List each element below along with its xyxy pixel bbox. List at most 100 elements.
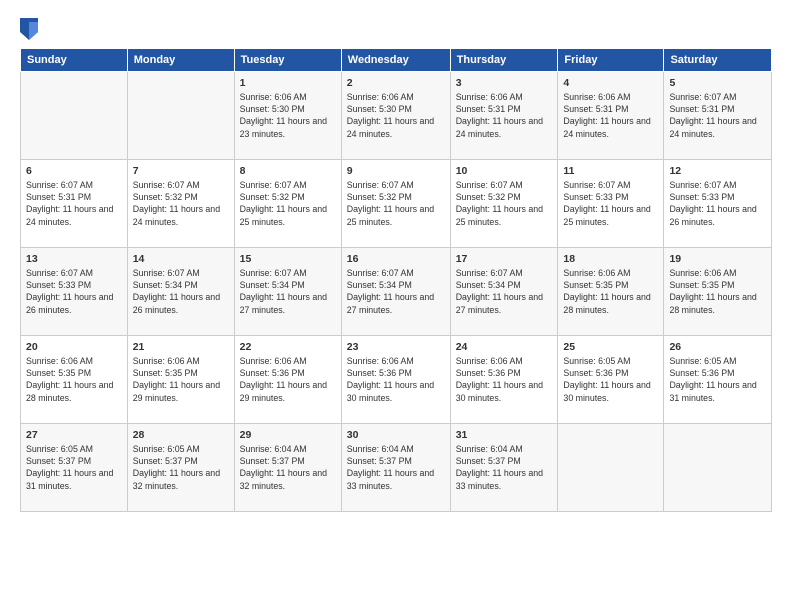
calendar-cell: 7Sunrise: 6:07 AM Sunset: 5:32 PM Daylig… [127, 160, 234, 248]
calendar-cell: 20Sunrise: 6:06 AM Sunset: 5:35 PM Dayli… [21, 336, 128, 424]
calendar-cell: 25Sunrise: 6:05 AM Sunset: 5:36 PM Dayli… [558, 336, 664, 424]
day-number: 24 [456, 340, 553, 354]
day-info: Sunrise: 6:05 AM Sunset: 5:36 PM Dayligh… [563, 355, 658, 404]
day-number: 26 [669, 340, 766, 354]
day-info: Sunrise: 6:06 AM Sunset: 5:35 PM Dayligh… [26, 355, 122, 404]
calendar-cell: 5Sunrise: 6:07 AM Sunset: 5:31 PM Daylig… [664, 72, 772, 160]
weekday-header-wednesday: Wednesday [341, 49, 450, 72]
day-number: 27 [26, 428, 122, 442]
day-number: 22 [240, 340, 336, 354]
day-number: 11 [563, 164, 658, 178]
calendar-cell: 18Sunrise: 6:06 AM Sunset: 5:35 PM Dayli… [558, 248, 664, 336]
day-number: 2 [347, 76, 445, 90]
day-number: 30 [347, 428, 445, 442]
calendar-cell: 21Sunrise: 6:06 AM Sunset: 5:35 PM Dayli… [127, 336, 234, 424]
calendar-cell: 12Sunrise: 6:07 AM Sunset: 5:33 PM Dayli… [664, 160, 772, 248]
day-info: Sunrise: 6:04 AM Sunset: 5:37 PM Dayligh… [347, 443, 445, 492]
day-number: 29 [240, 428, 336, 442]
day-number: 14 [133, 252, 229, 266]
calendar-cell: 8Sunrise: 6:07 AM Sunset: 5:32 PM Daylig… [234, 160, 341, 248]
calendar-cell: 14Sunrise: 6:07 AM Sunset: 5:34 PM Dayli… [127, 248, 234, 336]
weekday-header-sunday: Sunday [21, 49, 128, 72]
page: SundayMondayTuesdayWednesdayThursdayFrid… [0, 0, 792, 612]
calendar-cell: 24Sunrise: 6:06 AM Sunset: 5:36 PM Dayli… [450, 336, 558, 424]
day-number: 31 [456, 428, 553, 442]
day-number: 7 [133, 164, 229, 178]
day-number: 28 [133, 428, 229, 442]
day-info: Sunrise: 6:07 AM Sunset: 5:32 PM Dayligh… [456, 179, 553, 228]
day-info: Sunrise: 6:07 AM Sunset: 5:33 PM Dayligh… [563, 179, 658, 228]
calendar-cell: 1Sunrise: 6:06 AM Sunset: 5:30 PM Daylig… [234, 72, 341, 160]
calendar-cell: 3Sunrise: 6:06 AM Sunset: 5:31 PM Daylig… [450, 72, 558, 160]
day-info: Sunrise: 6:07 AM Sunset: 5:31 PM Dayligh… [26, 179, 122, 228]
weekday-header-thursday: Thursday [450, 49, 558, 72]
weekday-header-friday: Friday [558, 49, 664, 72]
day-number: 10 [456, 164, 553, 178]
logo-icon [20, 18, 38, 40]
day-number: 6 [26, 164, 122, 178]
weekday-header-tuesday: Tuesday [234, 49, 341, 72]
calendar-cell: 17Sunrise: 6:07 AM Sunset: 5:34 PM Dayli… [450, 248, 558, 336]
day-info: Sunrise: 6:06 AM Sunset: 5:30 PM Dayligh… [240, 91, 336, 140]
week-row-4: 20Sunrise: 6:06 AM Sunset: 5:35 PM Dayli… [21, 336, 772, 424]
day-info: Sunrise: 6:07 AM Sunset: 5:32 PM Dayligh… [347, 179, 445, 228]
weekday-header-row: SundayMondayTuesdayWednesdayThursdayFrid… [21, 49, 772, 72]
calendar-cell: 29Sunrise: 6:04 AM Sunset: 5:37 PM Dayli… [234, 424, 341, 512]
day-number: 16 [347, 252, 445, 266]
calendar-cell: 11Sunrise: 6:07 AM Sunset: 5:33 PM Dayli… [558, 160, 664, 248]
week-row-3: 13Sunrise: 6:07 AM Sunset: 5:33 PM Dayli… [21, 248, 772, 336]
logo [20, 18, 40, 40]
week-row-1: 1Sunrise: 6:06 AM Sunset: 5:30 PM Daylig… [21, 72, 772, 160]
calendar-cell: 28Sunrise: 6:05 AM Sunset: 5:37 PM Dayli… [127, 424, 234, 512]
day-info: Sunrise: 6:07 AM Sunset: 5:34 PM Dayligh… [347, 267, 445, 316]
day-info: Sunrise: 6:07 AM Sunset: 5:34 PM Dayligh… [133, 267, 229, 316]
day-info: Sunrise: 6:06 AM Sunset: 5:36 PM Dayligh… [456, 355, 553, 404]
calendar-cell: 30Sunrise: 6:04 AM Sunset: 5:37 PM Dayli… [341, 424, 450, 512]
calendar-cell: 27Sunrise: 6:05 AM Sunset: 5:37 PM Dayli… [21, 424, 128, 512]
day-info: Sunrise: 6:07 AM Sunset: 5:32 PM Dayligh… [240, 179, 336, 228]
day-number: 3 [456, 76, 553, 90]
calendar-cell [558, 424, 664, 512]
day-info: Sunrise: 6:06 AM Sunset: 5:31 PM Dayligh… [563, 91, 658, 140]
day-info: Sunrise: 6:06 AM Sunset: 5:36 PM Dayligh… [240, 355, 336, 404]
day-number: 17 [456, 252, 553, 266]
calendar-cell: 6Sunrise: 6:07 AM Sunset: 5:31 PM Daylig… [21, 160, 128, 248]
day-info: Sunrise: 6:07 AM Sunset: 5:34 PM Dayligh… [456, 267, 553, 316]
day-number: 8 [240, 164, 336, 178]
day-info: Sunrise: 6:05 AM Sunset: 5:37 PM Dayligh… [26, 443, 122, 492]
week-row-2: 6Sunrise: 6:07 AM Sunset: 5:31 PM Daylig… [21, 160, 772, 248]
calendar-cell: 23Sunrise: 6:06 AM Sunset: 5:36 PM Dayli… [341, 336, 450, 424]
calendar-table: SundayMondayTuesdayWednesdayThursdayFrid… [20, 48, 772, 512]
day-info: Sunrise: 6:06 AM Sunset: 5:30 PM Dayligh… [347, 91, 445, 140]
calendar-cell: 2Sunrise: 6:06 AM Sunset: 5:30 PM Daylig… [341, 72, 450, 160]
day-info: Sunrise: 6:04 AM Sunset: 5:37 PM Dayligh… [240, 443, 336, 492]
day-info: Sunrise: 6:06 AM Sunset: 5:36 PM Dayligh… [347, 355, 445, 404]
day-info: Sunrise: 6:05 AM Sunset: 5:36 PM Dayligh… [669, 355, 766, 404]
calendar-cell: 31Sunrise: 6:04 AM Sunset: 5:37 PM Dayli… [450, 424, 558, 512]
day-info: Sunrise: 6:06 AM Sunset: 5:31 PM Dayligh… [456, 91, 553, 140]
day-number: 18 [563, 252, 658, 266]
day-number: 25 [563, 340, 658, 354]
day-number: 5 [669, 76, 766, 90]
calendar-cell: 10Sunrise: 6:07 AM Sunset: 5:32 PM Dayli… [450, 160, 558, 248]
weekday-header-monday: Monday [127, 49, 234, 72]
day-info: Sunrise: 6:06 AM Sunset: 5:35 PM Dayligh… [133, 355, 229, 404]
calendar-cell: 22Sunrise: 6:06 AM Sunset: 5:36 PM Dayli… [234, 336, 341, 424]
calendar-cell: 4Sunrise: 6:06 AM Sunset: 5:31 PM Daylig… [558, 72, 664, 160]
day-info: Sunrise: 6:07 AM Sunset: 5:31 PM Dayligh… [669, 91, 766, 140]
day-number: 4 [563, 76, 658, 90]
day-info: Sunrise: 6:05 AM Sunset: 5:37 PM Dayligh… [133, 443, 229, 492]
day-number: 20 [26, 340, 122, 354]
day-info: Sunrise: 6:07 AM Sunset: 5:33 PM Dayligh… [26, 267, 122, 316]
day-number: 9 [347, 164, 445, 178]
weekday-header-saturday: Saturday [664, 49, 772, 72]
day-info: Sunrise: 6:06 AM Sunset: 5:35 PM Dayligh… [563, 267, 658, 316]
calendar-cell: 15Sunrise: 6:07 AM Sunset: 5:34 PM Dayli… [234, 248, 341, 336]
day-number: 1 [240, 76, 336, 90]
day-number: 12 [669, 164, 766, 178]
day-info: Sunrise: 6:06 AM Sunset: 5:35 PM Dayligh… [669, 267, 766, 316]
calendar-cell: 13Sunrise: 6:07 AM Sunset: 5:33 PM Dayli… [21, 248, 128, 336]
calendar-cell [127, 72, 234, 160]
header [20, 18, 772, 40]
calendar-cell: 9Sunrise: 6:07 AM Sunset: 5:32 PM Daylig… [341, 160, 450, 248]
